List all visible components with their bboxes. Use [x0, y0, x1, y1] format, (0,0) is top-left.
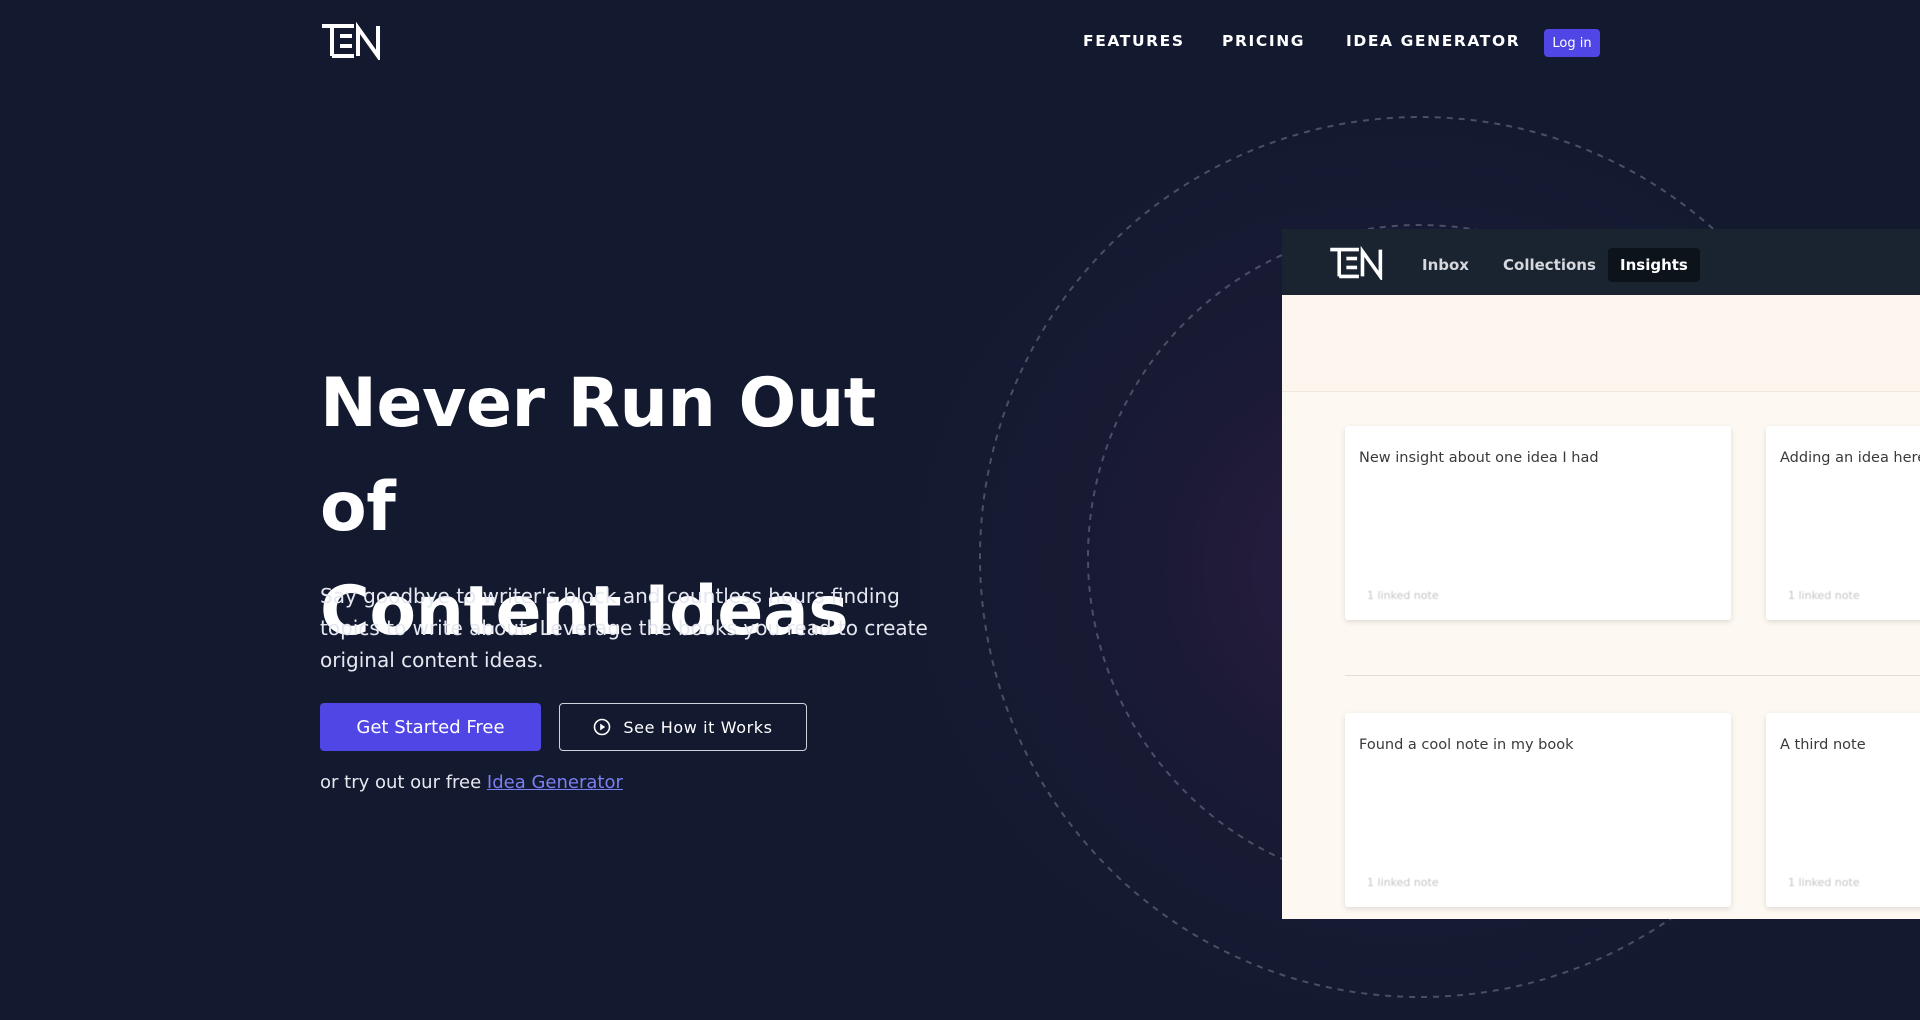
hero-subtitle: Say goodbye to writer's block and countl… — [320, 584, 928, 672]
see-how-it-works-label: See How it Works — [623, 717, 773, 737]
section-divider — [1345, 675, 1920, 676]
insight-card-title: Found a cool note in my book — [1359, 737, 1574, 753]
hero-title-line-1: Never Run Out of — [320, 364, 876, 547]
insight-card-title: New insight about one idea I had — [1359, 450, 1599, 466]
insight-card: Found a cool note in my book 1 linked no… — [1345, 713, 1731, 907]
login-button[interactable]: Log in — [1544, 29, 1600, 57]
insight-card-title: Adding an idea here — [1780, 450, 1920, 466]
app-tab-inbox: Inbox — [1422, 256, 1469, 274]
try-prefix-text: or try out our free — [320, 772, 487, 793]
insight-card-title: A third note — [1780, 737, 1866, 753]
app-preview-header: Inbox Collections Insights — [1282, 229, 1920, 295]
get-started-button[interactable]: Get Started Free — [320, 703, 541, 751]
insight-card: New insight about one idea I had 1 linke… — [1345, 426, 1731, 620]
insight-card-meta: 1 linked note — [1788, 876, 1860, 889]
insight-card: Adding an idea here 1 linked note — [1766, 426, 1920, 620]
app-preview-toolbar-band — [1282, 295, 1920, 392]
app-preview: Inbox Collections Insights New insight a… — [1282, 229, 1920, 919]
try-idea-generator-line: or try out our free Idea Generator — [320, 772, 623, 793]
idea-generator-link[interactable]: Idea Generator — [487, 772, 623, 793]
app-tab-insights: Insights — [1608, 248, 1700, 282]
nav-idea-generator-link[interactable]: IDEA GENERATOR — [1346, 32, 1520, 50]
insight-card-meta: 1 linked note — [1367, 876, 1439, 889]
app-logo — [1330, 246, 1383, 280]
play-circle-icon — [594, 718, 611, 736]
nav-features-link[interactable]: FEATURES — [1083, 32, 1185, 50]
insight-card: A third note 1 linked note — [1766, 713, 1920, 907]
see-how-it-works-button[interactable]: See How it Works — [559, 703, 807, 751]
nav-pricing-link[interactable]: PRICING — [1222, 32, 1305, 50]
insight-card-meta: 1 linked note — [1788, 589, 1860, 602]
insight-card-meta: 1 linked note — [1367, 589, 1439, 602]
app-tab-collections: Collections — [1503, 256, 1596, 274]
brand-logo[interactable] — [320, 22, 386, 60]
